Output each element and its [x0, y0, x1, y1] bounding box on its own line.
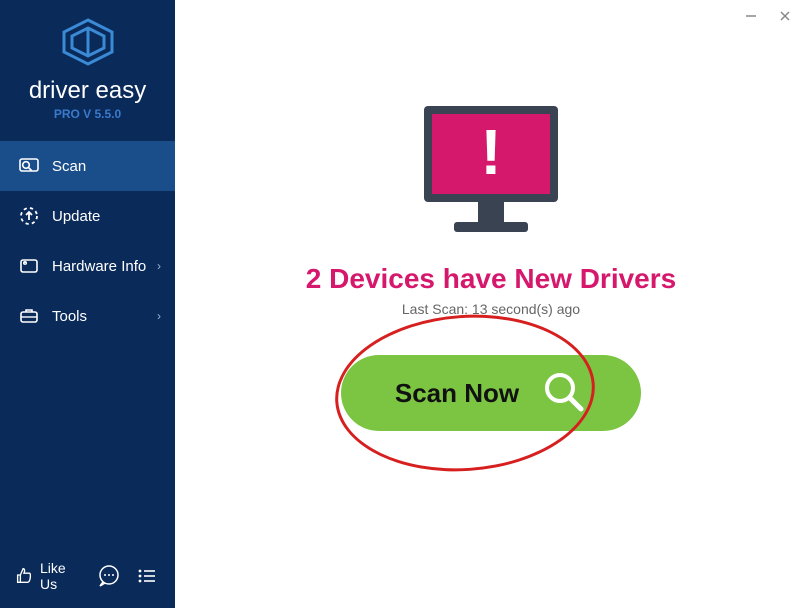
- sidebar-nav: Scan Update i Hardware Info › Tools: [0, 141, 175, 550]
- logo-area: driver easy PRO V 5.5.0: [0, 0, 175, 131]
- sidebar-item-hardware-info[interactable]: i Hardware Info ›: [0, 241, 175, 291]
- scan-now-button[interactable]: Scan Now: [341, 355, 641, 431]
- hardware-info-icon: i: [18, 255, 40, 277]
- minimize-button[interactable]: [743, 8, 759, 24]
- sidebar-item-label: Tools: [52, 308, 87, 325]
- close-button[interactable]: [777, 8, 793, 24]
- magnify-icon: [541, 369, 587, 418]
- thumbs-up-icon: [14, 565, 34, 588]
- brand-version: PRO V 5.5.0: [0, 107, 175, 121]
- app-logo-icon: [60, 18, 116, 71]
- main-content: ! 2 Devices have New Drivers Last Scan: …: [175, 0, 807, 608]
- sidebar-item-label: Hardware Info: [52, 258, 146, 275]
- sidebar-item-update[interactable]: Update: [0, 191, 175, 241]
- chevron-right-icon: ›: [157, 259, 161, 273]
- sidebar-footer: Like Us: [0, 550, 175, 608]
- app-window: driver easy PRO V 5.5.0 Scan Update i: [0, 0, 807, 608]
- tools-icon: [18, 305, 40, 327]
- svg-text:!: !: [480, 116, 501, 188]
- sidebar-item-tools[interactable]: Tools ›: [0, 291, 175, 341]
- like-us-label: Like Us: [40, 560, 85, 592]
- brand-name: driver easy: [0, 77, 175, 105]
- sidebar-item-scan[interactable]: Scan: [0, 141, 175, 191]
- scan-area: Scan Now: [341, 355, 641, 431]
- menu-list-icon[interactable]: [133, 562, 161, 590]
- scan-icon: [18, 155, 40, 177]
- sidebar: driver easy PRO V 5.5.0 Scan Update i: [0, 0, 175, 608]
- chevron-right-icon: ›: [157, 309, 161, 323]
- sidebar-item-label: Scan: [52, 158, 86, 175]
- feedback-icon[interactable]: [95, 562, 123, 590]
- titlebar: [729, 0, 807, 30]
- status-text: 2 Devices have New Drivers: [306, 263, 676, 295]
- last-scan-text: Last Scan: 13 second(s) ago: [402, 301, 580, 317]
- scan-button-label: Scan Now: [395, 378, 519, 409]
- sidebar-item-label: Update: [52, 208, 100, 225]
- alert-monitor-icon: !: [406, 96, 576, 251]
- like-us-button[interactable]: Like Us: [14, 560, 85, 592]
- update-icon: [18, 205, 40, 227]
